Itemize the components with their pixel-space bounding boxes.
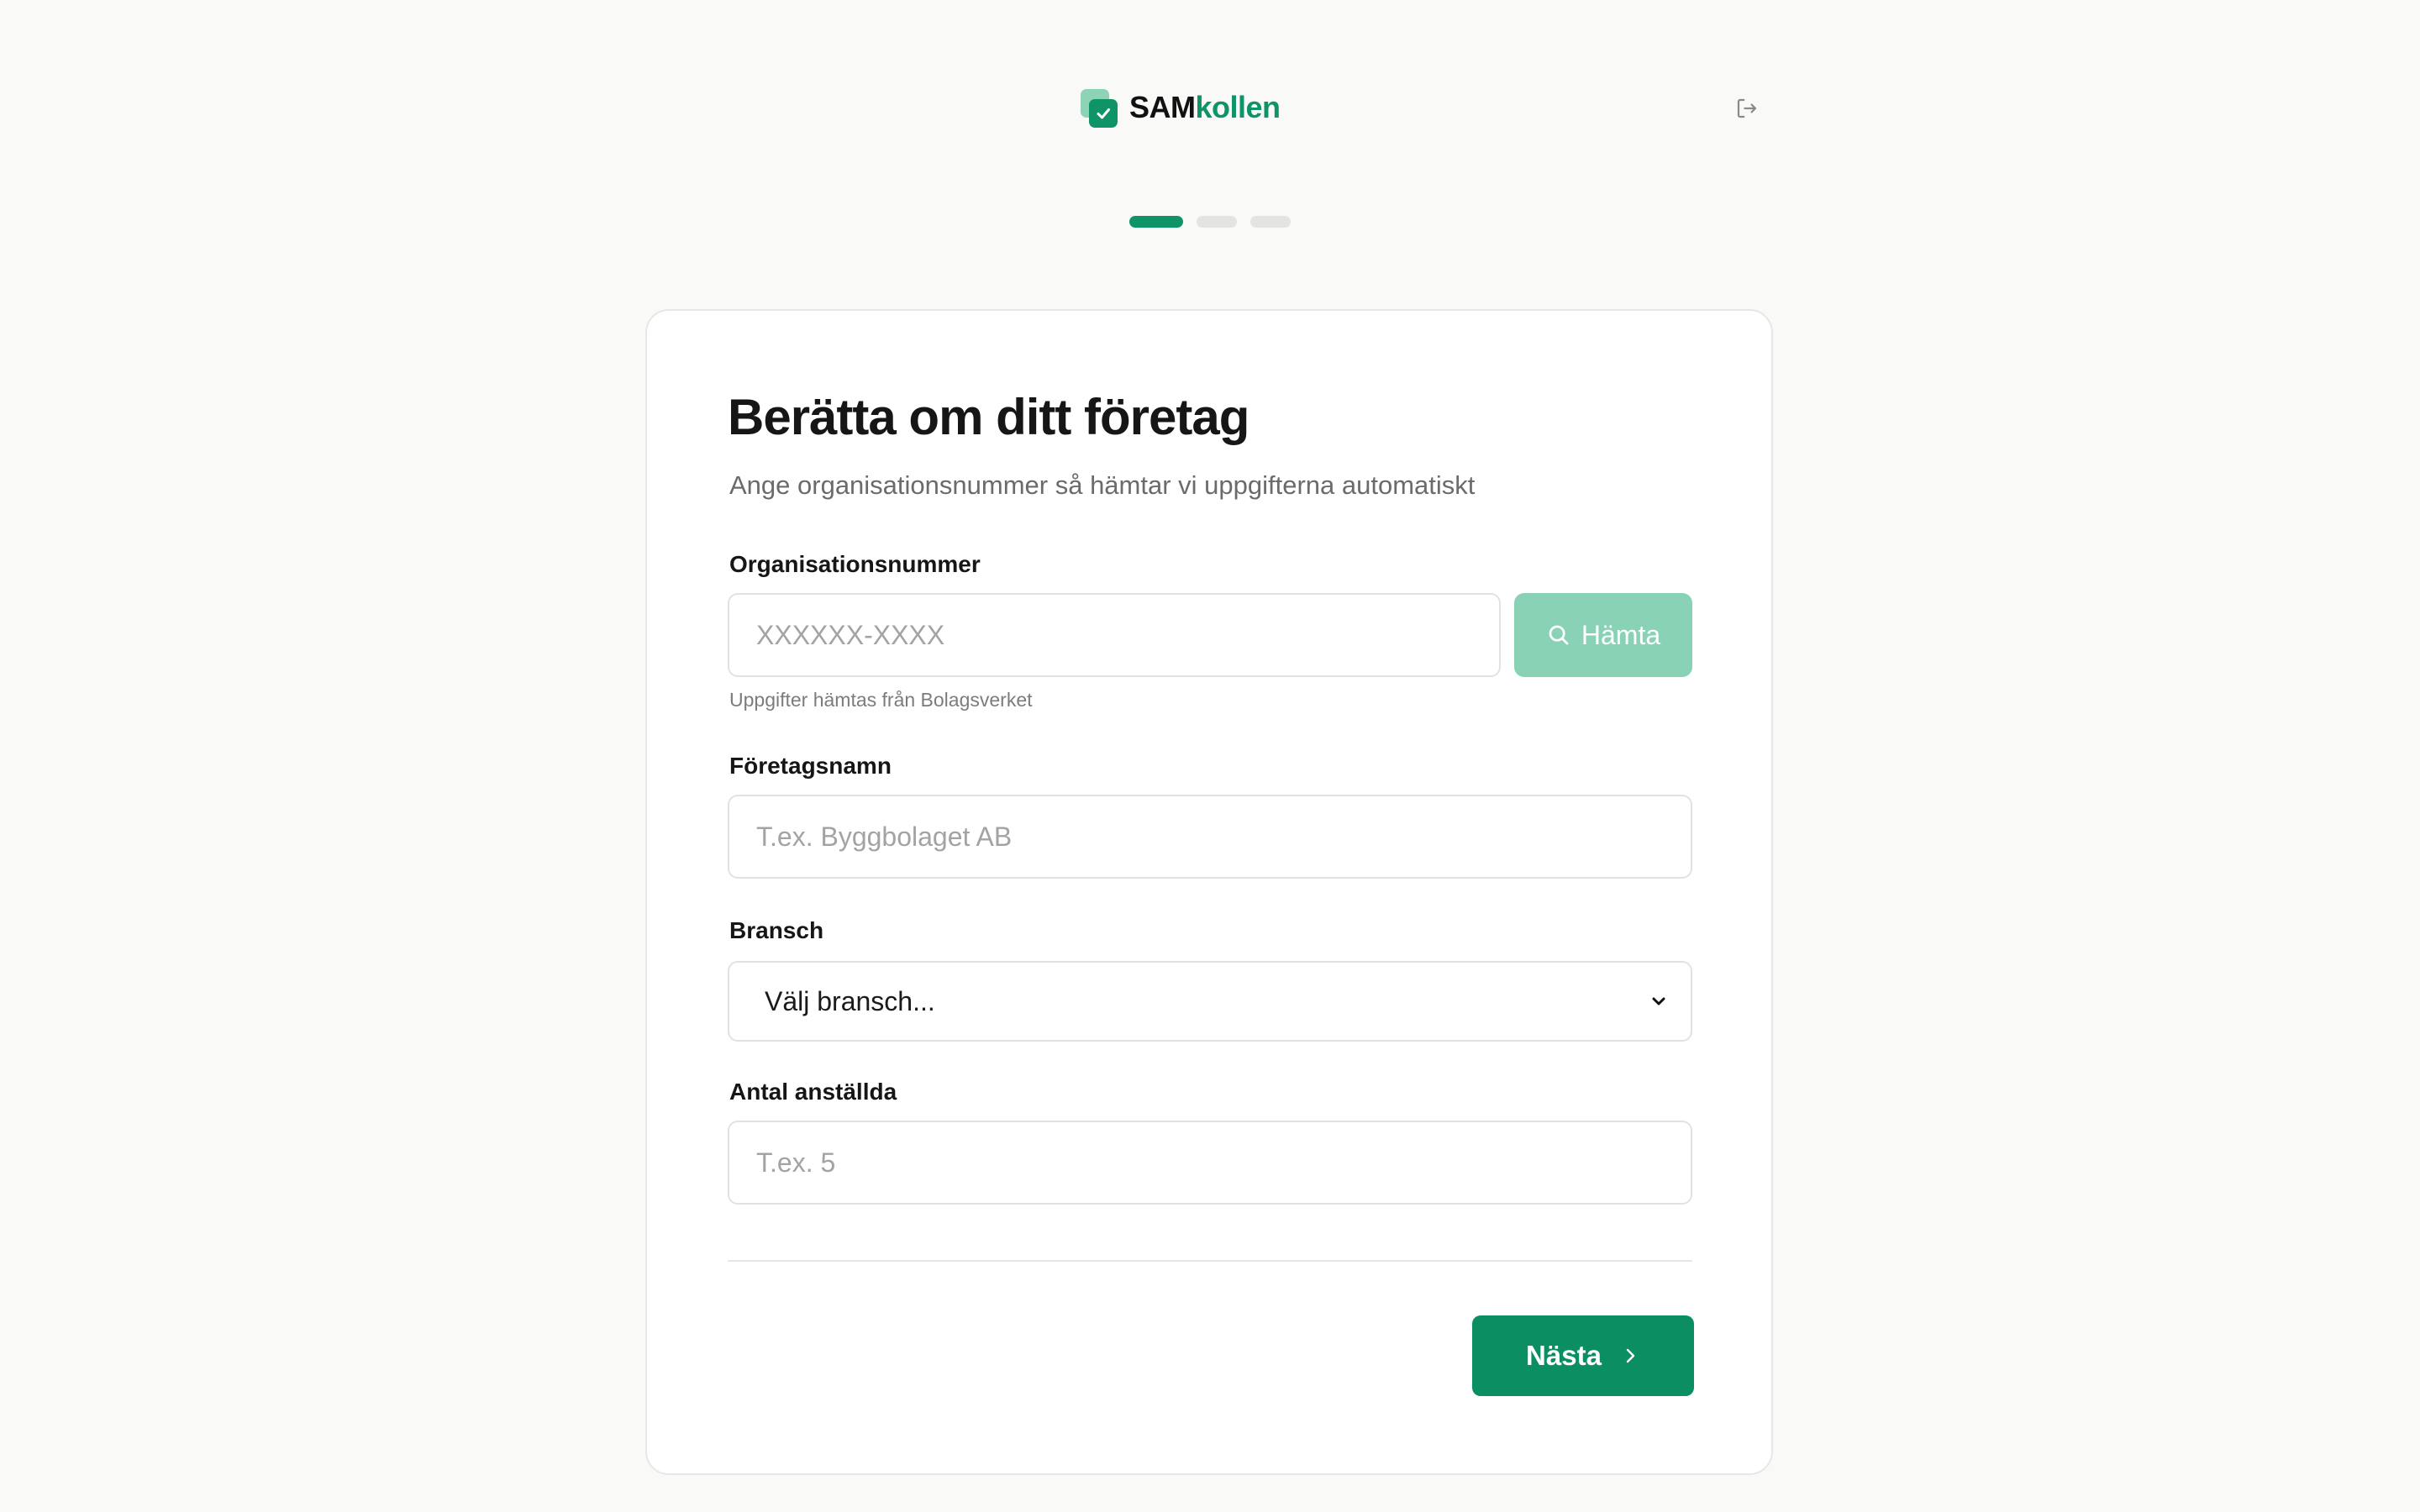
onboarding-page: SAMkollen Berätta om ditt företag Ange o…	[0, 0, 2420, 1512]
org-number-label: Organisationsnummer	[729, 551, 981, 577]
org-number-input[interactable]	[728, 593, 1501, 677]
industry-select[interactable]: Välj bransch...	[728, 961, 1692, 1042]
brand-name-part1: SAM	[1129, 90, 1196, 124]
industry-label: Bransch	[729, 917, 824, 943]
next-button[interactable]: Nästa	[1472, 1315, 1694, 1396]
brand-logo: SAMkollen	[1081, 89, 1281, 128]
page-title: Berätta om ditt företag	[728, 389, 1249, 445]
step-indicator-3	[1250, 216, 1291, 228]
page-subtitle: Ange organisationsnummer så hämtar vi up…	[729, 470, 1476, 500]
industry-select-value: Välj bransch...	[765, 985, 935, 1016]
employees-label: Antal anställda	[729, 1079, 897, 1105]
logout-icon	[1737, 98, 1757, 118]
next-button-label: Nästa	[1526, 1340, 1602, 1371]
checkbox-check-icon	[1081, 89, 1118, 128]
brand-name-part2: kollen	[1195, 90, 1281, 124]
employees-input[interactable]	[728, 1121, 1692, 1205]
fetch-button-label: Hämta	[1581, 619, 1661, 650]
form-divider	[728, 1260, 1692, 1262]
step-indicator-2	[1197, 216, 1237, 228]
search-icon	[1549, 625, 1569, 645]
progress-stepper	[1129, 216, 1291, 228]
chevron-down-icon	[1652, 997, 1665, 1005]
fetch-button[interactable]: Hämta	[1514, 593, 1692, 677]
company-form-card: Berätta om ditt företag Ange organisatio…	[645, 309, 1773, 1475]
logout-button[interactable]	[1733, 94, 1761, 123]
company-name-label: Företagsnamn	[729, 753, 892, 779]
chevron-right-icon	[1626, 1348, 1635, 1363]
org-number-hint: Uppgifter hämtas från Bolagsverket	[729, 689, 1033, 711]
company-name-input[interactable]	[728, 795, 1692, 879]
step-indicator-1	[1129, 216, 1183, 228]
brand-name: SAMkollen	[1129, 90, 1281, 125]
